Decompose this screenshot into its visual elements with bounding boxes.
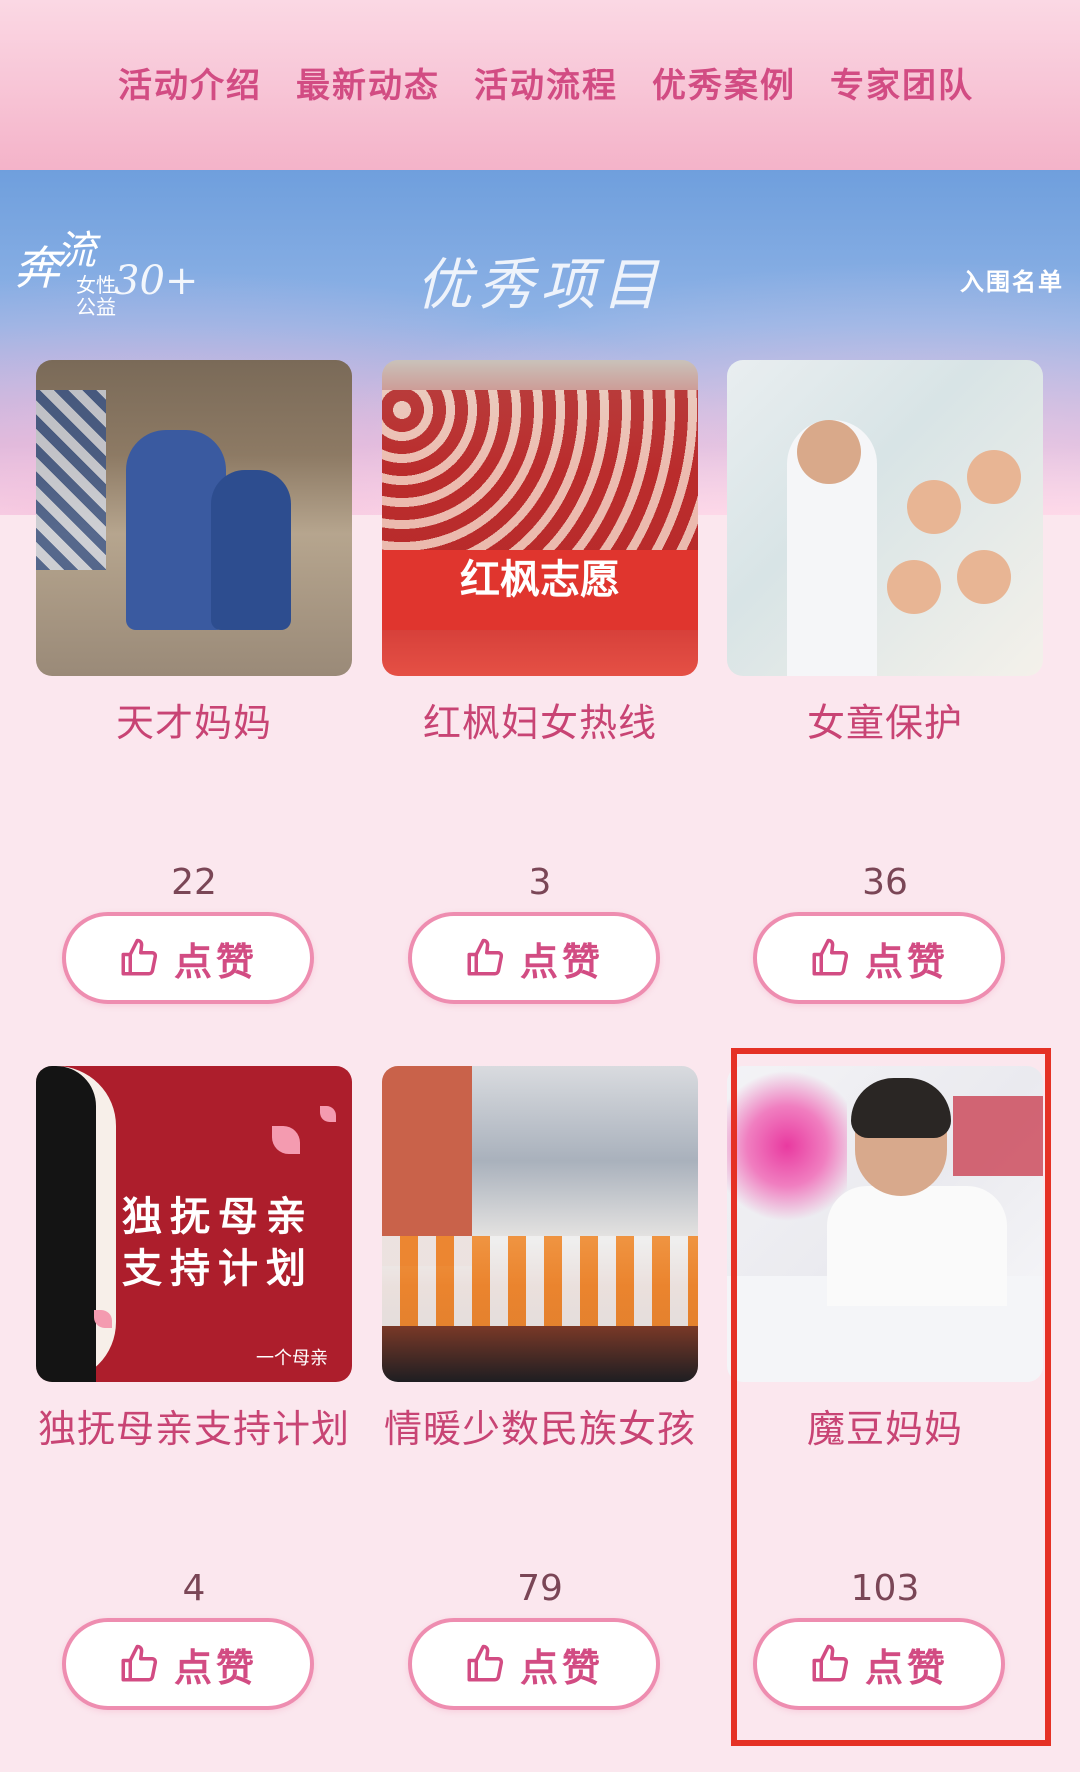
like-count: 3: [528, 862, 552, 903]
like-label: 点赞: [173, 1645, 258, 1690]
thumbs-up-icon: [464, 937, 506, 979]
like-label: 点赞: [173, 939, 258, 984]
like-button[interactable]: 点赞: [753, 912, 1005, 1004]
thumbs-up-icon: [118, 937, 160, 979]
project-card: 女童保护 36 点赞: [727, 360, 1043, 1020]
teacher-with-children-photo: [727, 360, 1043, 676]
like-button[interactable]: 点赞: [408, 912, 660, 1004]
like-button[interactable]: 点赞: [408, 1618, 660, 1710]
project-card: 天才妈妈 22 点赞: [36, 360, 352, 1020]
project-card: 红枫志愿 红枫妇女热线 3 点赞: [382, 360, 698, 1020]
ethnic-girls-dancing-photo: [382, 1066, 698, 1382]
project-name: 红枫妇女热线: [422, 701, 657, 745]
project-name: 独抚母亲支持计划: [37, 1407, 350, 1451]
like-label: 点赞: [519, 939, 604, 984]
project-card: 独抚母亲 支持计划 一个母亲 独抚母亲支持计划 4 点赞: [36, 1066, 352, 1726]
project-name: 情暖少数民族女孩: [383, 1407, 696, 1451]
shortlist-link[interactable]: 入围名单: [960, 262, 1064, 297]
poster-title-line1: 独抚母亲: [122, 1194, 314, 1240]
mother-and-daughter-photo: [36, 360, 352, 676]
project-image[interactable]: [36, 360, 352, 676]
photo-banner-text: 红枫志愿: [382, 550, 698, 630]
nav-item-intro[interactable]: 活动介绍: [118, 58, 262, 107]
nav-item-news[interactable]: 最新动态: [296, 58, 440, 107]
like-button[interactable]: 点赞: [62, 912, 314, 1004]
project-image[interactable]: 红枫志愿: [382, 360, 698, 676]
red-maple-volunteers-photo: 红枫志愿: [382, 360, 698, 676]
like-count: 22: [171, 862, 217, 903]
project-card: 情暖少数民族女孩 79 点赞: [382, 1066, 698, 1726]
thumbs-up-icon: [118, 1643, 160, 1685]
top-nav: 活动介绍 最新动态 活动流程 优秀案例 专家团队: [0, 0, 1080, 170]
like-count: 79: [517, 1568, 563, 1609]
project-name: 女童保护: [806, 701, 963, 745]
section-title: 优秀项目: [416, 253, 664, 318]
nav-item-experts[interactable]: 专家团队: [830, 58, 974, 107]
like-label: 点赞: [519, 1645, 604, 1690]
like-label: 点赞: [864, 939, 949, 984]
project-image[interactable]: [727, 360, 1043, 676]
thumbs-up-icon: [464, 1643, 506, 1685]
like-count: 36: [862, 862, 908, 903]
like-button[interactable]: 点赞: [62, 1618, 314, 1710]
single-mother-poster: 独抚母亲 支持计划 一个母亲: [36, 1066, 352, 1382]
project-image[interactable]: 独抚母亲 支持计划 一个母亲: [36, 1066, 352, 1382]
nav-items: 活动介绍 最新动态 活动流程 优秀案例 专家团队: [118, 58, 974, 107]
nav-item-process[interactable]: 活动流程: [474, 58, 618, 107]
poster-title-line2: 支持计划: [122, 1246, 314, 1292]
highlight-box: [731, 1048, 1051, 1746]
project-name: 天才妈妈: [115, 701, 272, 745]
nav-item-cases[interactable]: 优秀案例: [652, 58, 796, 107]
like-count: 4: [182, 1568, 206, 1609]
project-image[interactable]: [382, 1066, 698, 1382]
thumbs-up-icon: [809, 937, 851, 979]
poster-brand: 一个母亲: [256, 1348, 328, 1369]
